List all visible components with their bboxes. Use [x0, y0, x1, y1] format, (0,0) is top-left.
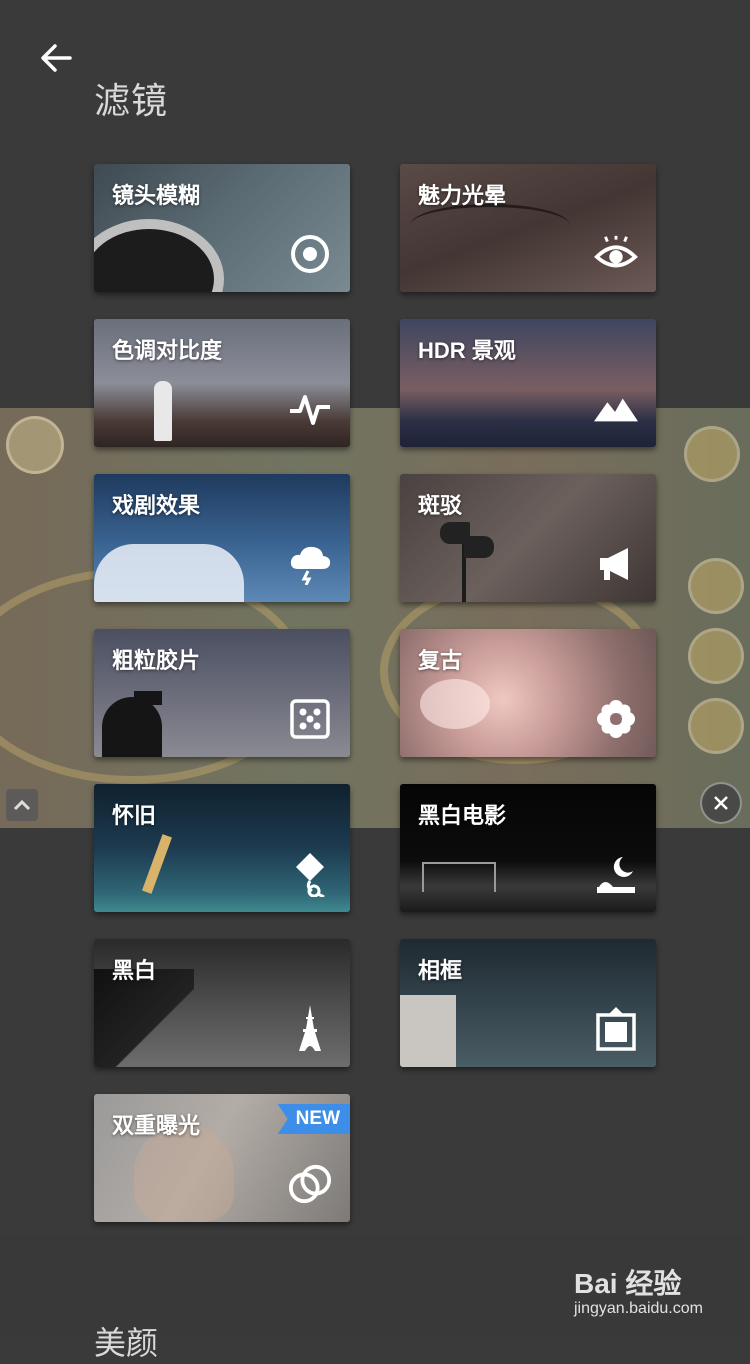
watermark: Bai 经验 jingyan.baidu.com — [574, 1262, 703, 1318]
eiffel-tower-icon — [288, 1005, 332, 1051]
watermark-sub: jingyan.baidu.com — [574, 1300, 703, 1317]
filter-tile-lens-blur[interactable]: 镜头模糊 — [94, 164, 350, 292]
filter-label: 怀旧 — [112, 803, 157, 828]
filter-tile-grunge[interactable]: 斑驳 — [400, 474, 656, 602]
filter-tile-drama[interactable]: 戏剧效果 — [94, 474, 350, 602]
back-button[interactable] — [36, 38, 76, 78]
watermark-main: Bai 经验 — [574, 1268, 682, 1299]
pulse-wave-icon — [288, 387, 332, 431]
storm-cloud-icon — [288, 542, 332, 586]
filter-label: 复古 — [418, 648, 463, 673]
filter-label: 相框 — [418, 958, 463, 983]
next-section-title: 美颜 — [94, 1325, 159, 1361]
focus-target-icon — [288, 232, 332, 276]
close-icon — [714, 796, 728, 810]
flower-icon — [594, 697, 638, 741]
close-overlay-button[interactable] — [700, 782, 742, 824]
filter-tile-grainy-film[interactable]: 粗粒胶片 — [94, 629, 350, 757]
frame-icon — [594, 1007, 638, 1051]
background-game-screenshot — [0, 408, 750, 828]
filter-tile-black-white[interactable]: 黑白 — [94, 939, 350, 1067]
megaphone-icon — [594, 542, 638, 586]
filter-tile-retrolux[interactable]: 复古 — [400, 629, 656, 757]
filter-label: 黑白电影 — [418, 803, 507, 828]
filter-tile-vintage[interactable]: 怀旧 — [94, 784, 350, 912]
filter-label: 魅力光晕 — [418, 183, 507, 208]
filter-label: 黑白 — [112, 958, 157, 983]
dice-icon — [288, 697, 332, 741]
filter-tile-double-exposure[interactable]: 双重曝光 NEW — [94, 1094, 350, 1222]
collapse-button[interactable] — [6, 789, 38, 821]
filter-tile-frames[interactable]: 相框 — [400, 939, 656, 1067]
mountains-icon — [594, 387, 638, 431]
player-avatar — [6, 416, 64, 474]
filter-label: 斑驳 — [418, 493, 463, 518]
page-title: 滤镜 — [94, 80, 169, 121]
filter-label: 粗粒胶片 — [112, 648, 201, 673]
eye-icon — [594, 232, 638, 276]
filter-label: 双重曝光 — [112, 1113, 201, 1138]
filter-label: HDR 景观 — [418, 338, 516, 363]
kite-icon — [288, 852, 332, 897]
filter-label: 色调对比度 — [112, 338, 223, 363]
filter-tile-tonal-contrast[interactable]: 色调对比度 — [94, 319, 350, 447]
new-badge: NEW — [277, 1104, 350, 1134]
filter-tile-hdr-scape[interactable]: HDR 景观 — [400, 319, 656, 447]
double-circle-icon — [288, 1162, 332, 1206]
moon-over-horizon-icon — [594, 852, 638, 896]
filter-tile-glamour-glow[interactable]: 魅力光晕 — [400, 164, 656, 292]
filter-label: 镜头模糊 — [112, 183, 201, 208]
arrow-left-icon — [41, 44, 72, 72]
filter-label: 戏剧效果 — [112, 493, 201, 518]
filter-tile-noir[interactable]: 黑白电影 — [400, 784, 656, 912]
chevron-up-icon — [13, 799, 31, 811]
